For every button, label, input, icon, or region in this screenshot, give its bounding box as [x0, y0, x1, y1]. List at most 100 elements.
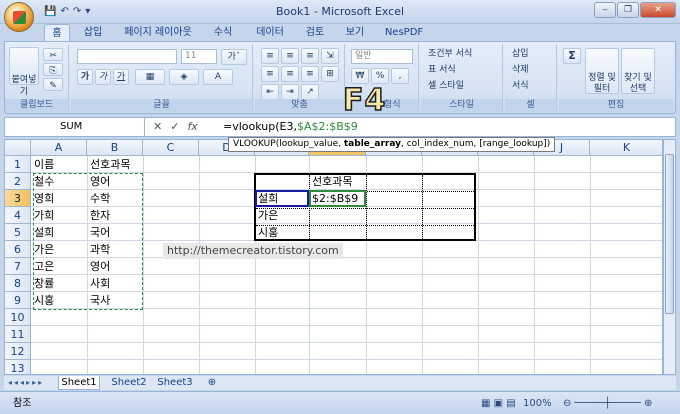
merge-center-icon[interactable]: ⊞ — [321, 66, 339, 82]
row-header-6[interactable]: 6 — [5, 241, 31, 258]
conditional-format-button[interactable]: 조건부 서식 — [425, 46, 472, 63]
restore-button[interactable]: ❐ — [617, 2, 639, 18]
minimize-button[interactable]: ‒ — [594, 2, 616, 18]
window-controls: ‒ ❐ ✕ — [594, 2, 676, 18]
find-select-button[interactable]: 찾기 및 선택 — [621, 48, 655, 94]
column-header-c[interactable]: C — [143, 140, 199, 156]
row-header-5[interactable]: 5 — [5, 224, 31, 241]
comma-button[interactable]: , — [391, 68, 409, 84]
active-cell-border — [309, 190, 366, 207]
column-header-b[interactable]: B — [87, 140, 143, 156]
row-header-9[interactable]: 9 — [5, 292, 31, 309]
wrap-text-icon[interactable]: ⇲ — [321, 48, 339, 64]
cell-f2[interactable]: 선호과목 — [309, 173, 352, 190]
vertical-scrollbar[interactable] — [663, 139, 676, 375]
row-header-12[interactable]: 12 — [5, 343, 31, 360]
tab-view[interactable]: 보기 — [340, 24, 370, 42]
row-header-3[interactable]: 3 — [5, 190, 31, 207]
cell-style-button[interactable]: 셀 스타일 — [425, 78, 464, 95]
group-editing: Σ 정렬 및 필터 찾기 및 선택 편집 — [559, 44, 673, 112]
increase-indent-icon[interactable]: ⇥ — [281, 84, 299, 100]
group-label-alignment: 맞춤 — [255, 99, 344, 112]
group-alignment: ≡ ≡ ≡ ⇲ ≡ ≡ ≡ ⊞ ⇤ ⇥ ↗ 맞춤 — [255, 44, 345, 112]
zoom-level[interactable]: 100% — [520, 395, 552, 412]
cut-icon[interactable]: ✂ — [43, 48, 63, 61]
zoom-slider[interactable]: ⊖ ─────┼───── ⊕ — [560, 395, 652, 412]
align-middle-icon[interactable]: ≡ — [281, 48, 299, 64]
tab-insert[interactable]: 삽입 — [78, 24, 108, 42]
align-bottom-icon[interactable]: ≡ — [301, 48, 319, 64]
row-header-7[interactable]: 7 — [5, 258, 31, 275]
row-header-2[interactable]: 2 — [5, 173, 31, 190]
tab-home[interactable]: 홈 — [44, 24, 70, 42]
format-cells-button[interactable]: 서식 — [509, 78, 529, 95]
grow-font-button[interactable]: 가ˆ — [221, 49, 247, 65]
cell-a1[interactable]: 이름 — [31, 156, 54, 173]
formula-input[interactable]: =vlookup(E3,$A$2:$B$9 — [223, 118, 358, 136]
sheet-tab-sheet3[interactable]: Sheet3 — [154, 376, 196, 390]
view-buttons[interactable]: ▦ ▣ ▤ — [478, 395, 516, 412]
cell-e4[interactable]: 가은 — [255, 207, 278, 224]
row-header-1[interactable]: 1 — [5, 156, 31, 173]
name-box[interactable]: SUM — [5, 118, 145, 136]
bold-button[interactable]: 가 — [77, 69, 93, 85]
align-right-icon[interactable]: ≡ — [301, 66, 319, 82]
percent-button[interactable]: % — [371, 68, 389, 84]
sheet-tab-sheet1[interactable]: Sheet1 — [58, 376, 100, 390]
table-format-button[interactable]: 표 서식 — [425, 62, 456, 79]
font-name-combo[interactable] — [77, 49, 177, 64]
close-button[interactable]: ✕ — [640, 2, 676, 18]
gridline — [31, 325, 662, 326]
italic-button[interactable]: 가 — [95, 69, 111, 85]
office-button[interactable] — [4, 2, 34, 32]
formula-range-ref: $A$2:$B$9 — [296, 120, 358, 133]
underline-button[interactable]: 가 — [113, 69, 129, 85]
sort-filter-button[interactable]: 정렬 및 필터 — [585, 48, 619, 94]
row-header-13[interactable]: 13 — [5, 360, 31, 374]
sheet-tab-sheet2[interactable]: Sheet2 — [108, 376, 150, 390]
align-left-icon[interactable]: ≡ — [261, 66, 279, 82]
tab-data[interactable]: 데이터 — [250, 24, 290, 42]
insert-function-icon[interactable]: fx — [187, 120, 197, 134]
row-header-4[interactable]: 4 — [5, 207, 31, 224]
gridline — [31, 342, 662, 343]
delete-cells-button[interactable]: 삭제 — [509, 62, 529, 79]
scrollbar-thumb[interactable] — [665, 154, 674, 314]
fill-color-button[interactable]: ◈ — [169, 69, 199, 85]
border-button[interactable]: ▦ — [135, 69, 165, 85]
tab-page-layout[interactable]: 페이지 레이아웃 — [118, 24, 198, 42]
row-header-11[interactable]: 11 — [5, 326, 31, 343]
group-styles: 조건부 서식 표 서식 셀 스타일 스타일 — [421, 44, 503, 112]
enter-icon[interactable]: ✓ — [170, 120, 179, 134]
autosum-button[interactable]: Σ — [563, 48, 581, 64]
tooltip-current-arg: table_array — [343, 139, 401, 149]
format-painter-icon[interactable]: ✎ — [43, 78, 63, 91]
font-size-combo[interactable]: 11 — [181, 49, 217, 64]
tab-review[interactable]: 검토 — [300, 24, 330, 42]
insert-cells-button[interactable]: 삽입 — [509, 46, 529, 63]
align-top-icon[interactable]: ≡ — [261, 48, 279, 64]
decrease-indent-icon[interactable]: ⇤ — [261, 84, 279, 100]
column-header-k[interactable]: K — [590, 140, 662, 156]
copy-icon[interactable]: ⎘ — [43, 63, 63, 76]
cancel-icon[interactable]: ✕ — [153, 120, 162, 134]
row-header-10[interactable]: 10 — [5, 309, 31, 326]
status-bar: 참조 ▦ ▣ ▤ 100% ⊖ ─────┼───── ⊕ — [0, 391, 680, 414]
align-center-icon[interactable]: ≡ — [281, 66, 299, 82]
sheet-nav-arrows[interactable]: ◂◂◂▸▸▸ — [8, 376, 56, 390]
gridline — [31, 359, 662, 360]
cell-e5[interactable]: 시홍 — [255, 224, 278, 241]
column-header-a[interactable]: A — [31, 140, 87, 156]
paste-button[interactable]: 붙여넣기 — [9, 47, 39, 97]
select-all-corner[interactable] — [5, 140, 31, 156]
number-format-combo[interactable]: 일반 — [351, 49, 413, 64]
tab-formulas[interactable]: 수식 — [208, 24, 238, 42]
font-color-button[interactable]: A — [203, 69, 233, 85]
row-header-8[interactable]: 8 — [5, 275, 31, 292]
watermark: http://themecreator.tistory.com — [163, 243, 343, 259]
cell-b1[interactable]: 선호과목 — [87, 156, 130, 173]
tab-nespdf[interactable]: NesPDF — [380, 24, 428, 42]
insert-sheet-icon[interactable]: ⊕ — [202, 376, 222, 390]
orientation-icon[interactable]: ↗ — [301, 84, 319, 100]
currency-button[interactable]: ₩ — [351, 68, 369, 84]
